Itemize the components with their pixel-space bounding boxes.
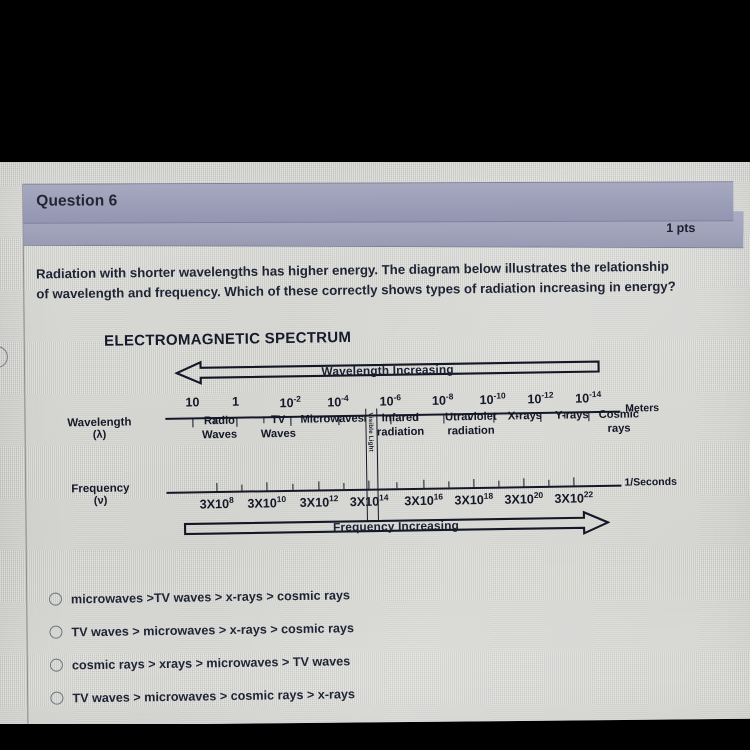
frequency-tick (498, 480, 500, 487)
frequency-tick (523, 478, 525, 488)
radio-button-icon[interactable] (48, 592, 63, 606)
radio-button-icon[interactable] (49, 658, 64, 672)
wavelength-tick-label: 10-14 (575, 388, 602, 406)
radiation-band-label: Radio Waves (202, 414, 238, 441)
frequency-tick (396, 482, 398, 489)
letterbox-top (0, 0, 750, 162)
radio-button-icon[interactable] (50, 691, 64, 705)
frequency-tick (368, 480, 370, 490)
screenshot-root: 1 pts Question 6 Radiation with shorter … (0, 0, 750, 750)
wavelength-tick-label: 10-12 (527, 389, 554, 407)
diagram-title: ELECTROMAGNETIC SPECTRUM (103, 328, 352, 350)
frequency-tick (343, 483, 345, 490)
left-edge-pill-icon (0, 345, 8, 369)
frequency-tick-label: 3X1016 (404, 491, 444, 509)
frequency-tick (292, 483, 294, 490)
frequency-tick (266, 482, 268, 492)
wavelength-tick-label: 10 (185, 395, 200, 410)
frequency-tick (241, 484, 243, 491)
frequency-tick (216, 483, 218, 493)
radiation-band-label: Utraviolet radiation (444, 410, 497, 437)
frequency-row-label: Frequency (ν) (71, 482, 130, 507)
radio-button-icon[interactable] (49, 625, 63, 639)
radiation-band-labels: Visible Light Radio Waves TV Waves Microwave… (165, 406, 639, 521)
wavelength-axis: 10 1 10-2 10-4 10-6 10-8 10-10 10-12 10-14 Meter… (165, 389, 659, 428)
frequency-tick (318, 481, 320, 491)
frequency-ticks (166, 477, 621, 493)
photographed-screen: 1 pts Question 6 Radiation with shorter … (0, 152, 750, 735)
radiation-band-label: X-rays (507, 409, 543, 423)
points-badge: 1 pts (666, 220, 696, 236)
visible-light-label: Visible Light (366, 412, 375, 452)
frequency-tick-label: 3X1010 (247, 493, 287, 511)
answer-choice-list: microwaves >TV waves > x-rays > cosmic r… (48, 576, 521, 715)
frequency-unit-label: 1/Seconds (624, 475, 678, 489)
page-title: Question 6 (36, 192, 118, 210)
radiation-band-label: Microwaves (300, 412, 365, 426)
letterbox-bottom (0, 724, 750, 750)
wavelength-tick-label: 1 (231, 394, 240, 409)
radiation-band-label: Infared radiation (376, 411, 425, 439)
wavelength-tick-label: 10-6 (379, 392, 402, 409)
radiation-band-label: TV Waves (260, 413, 296, 440)
wavelength-tick-labels: 10 1 10-2 10-4 10-6 10-8 10-10 10-12 10-14 (165, 389, 620, 410)
wavelength-increasing-arrow: Wavelength Increasing (174, 354, 600, 386)
wavelength-tick-label: 10-10 (479, 390, 506, 408)
question-prompt: Radiation with shorter wavelengths has h… (35, 258, 676, 302)
frequency-tick (473, 478, 475, 489)
frequency-tick (448, 481, 450, 488)
answer-choice-label: microwaves >TV waves > x-rays > cosmic r… (70, 587, 351, 606)
wavelength-tick-label: 10-8 (431, 391, 454, 408)
frequency-tick-label: 3X1020 (504, 489, 544, 507)
frequency-tick (573, 477, 575, 487)
answer-choice-label: TV waves > microwaves > cosmic rays > x-… (72, 686, 356, 705)
radiation-band-label: Cosmic rays (598, 408, 640, 435)
frequency-tick-label: 3X1012 (299, 493, 339, 510)
frequency-axis: 3X108 3X1010 3X1012 3X1014 3X1016 3X1018 3X102… (166, 476, 677, 511)
frequency-tick-label: 3X1022 (554, 489, 594, 506)
frequency-tick (548, 479, 550, 486)
frequency-tick-label: 3X1014 (349, 492, 389, 510)
answer-choice-label: cosmic rays > xrays > microwaves > TV wa… (71, 653, 351, 672)
frequency-tick (423, 479, 425, 489)
wavelength-tick-label: 10-2 (279, 393, 301, 411)
wavelength-row-label: Wavelength (λ) (67, 416, 132, 441)
question-card: 1 pts Question 6 Radiation with shorter … (22, 176, 750, 735)
frequency-axis-line (166, 484, 622, 494)
wavelength-tick-label: 10-4 (327, 392, 349, 410)
electromagnetic-spectrum-diagram: ELECTROMAGNETIC SPECTRUM Wavelength Incr… (67, 323, 707, 557)
radiation-band-label: Y-rays (554, 409, 589, 422)
question-header: Question 6 (23, 181, 734, 224)
frequency-tick-label: 3X1018 (454, 490, 494, 508)
answer-choice-label: TV waves > microwaves > x-rays > cosmic … (71, 620, 355, 639)
frequency-tick-label: 3X108 (199, 494, 234, 512)
frequency-increasing-arrow: Frequency Increasing (182, 510, 611, 542)
frequency-tick-labels: 3X108 3X1010 3X1012 3X1014 3X1016 3X1018 3X102… (166, 477, 621, 511)
answer-choice[interactable]: TV waves > microwaves > cosmic rays > x-… (50, 675, 520, 715)
